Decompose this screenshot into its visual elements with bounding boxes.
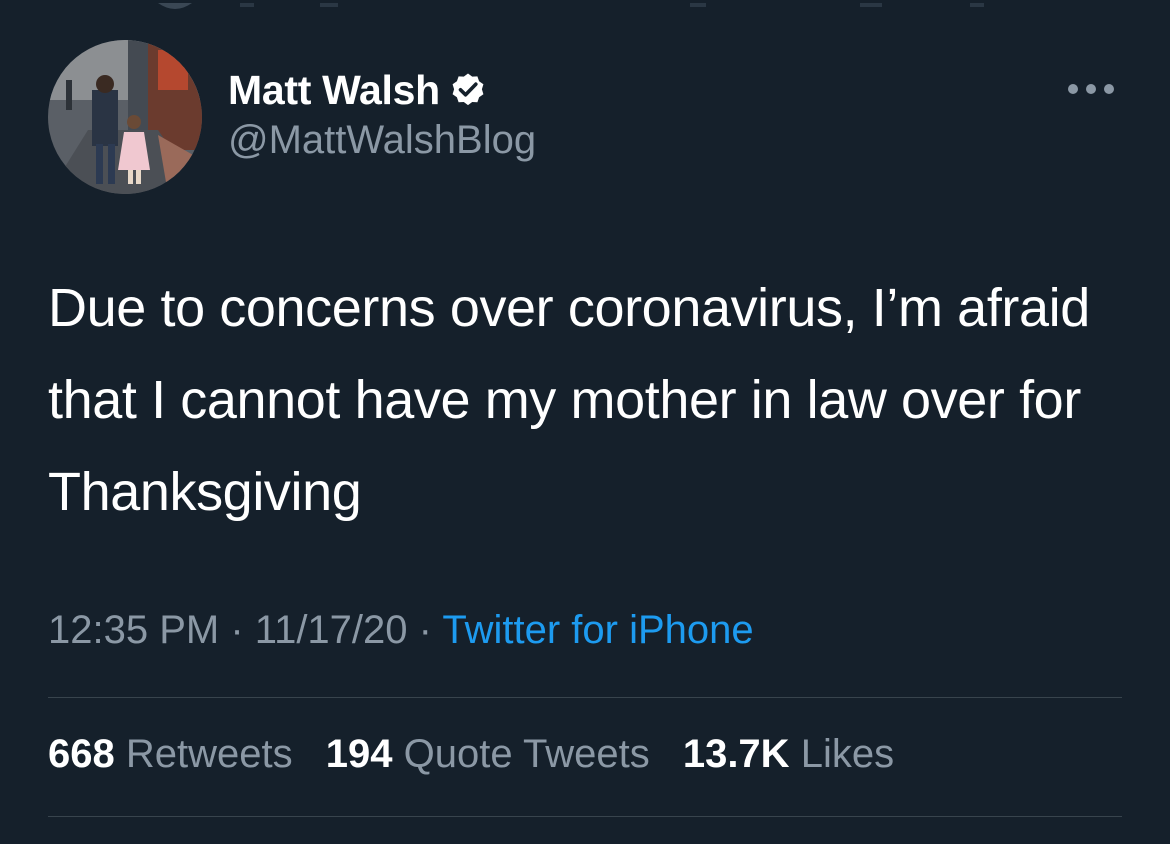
likes-label: Likes xyxy=(800,732,895,776)
more-dot xyxy=(1086,84,1096,94)
avatar[interactable] xyxy=(48,40,202,194)
author-name-row[interactable]: Matt Walsh xyxy=(228,66,486,114)
more-dot xyxy=(1068,84,1078,94)
tweet-time[interactable]: 12:35 PM xyxy=(48,608,219,652)
divider xyxy=(48,697,1122,698)
likes-count: 13.7K xyxy=(682,732,790,776)
retweets-stat[interactable]: 668 Retweets xyxy=(48,732,293,776)
retweets-label: Retweets xyxy=(125,732,293,776)
quote-tweets-label: Quote Tweets xyxy=(403,732,650,776)
tweet-text: Due to concerns over coronavirus, I’m af… xyxy=(48,278,1090,522)
top-bar-remnant xyxy=(0,0,1170,10)
meta-separator: · xyxy=(230,608,244,652)
more-options-icon[interactable] xyxy=(1068,78,1124,100)
divider xyxy=(48,816,1122,817)
meta-separator: · xyxy=(418,608,432,652)
likes-stat[interactable]: 13.7K Likes xyxy=(683,732,894,776)
verified-badge-icon xyxy=(452,73,484,106)
user-handle[interactable]: @MattWalshBlog xyxy=(228,118,536,163)
more-dot xyxy=(1104,84,1114,94)
engagement-stats: 668 Retweets 194 Quote Tweets 13.7K Like… xyxy=(48,732,916,777)
tweet-source-link[interactable]: Twitter for iPhone xyxy=(442,608,753,652)
display-name[interactable]: Matt Walsh xyxy=(228,67,440,114)
quote-tweets-stat[interactable]: 194 Quote Tweets xyxy=(326,732,650,776)
tweet-date[interactable]: 11/17/20 xyxy=(255,608,408,652)
retweets-count: 668 xyxy=(48,732,115,776)
tweet-metadata: 12:35 PM · 11/17/20 · Twitter for iPhone xyxy=(48,608,754,653)
quote-tweets-count: 194 xyxy=(325,732,393,776)
